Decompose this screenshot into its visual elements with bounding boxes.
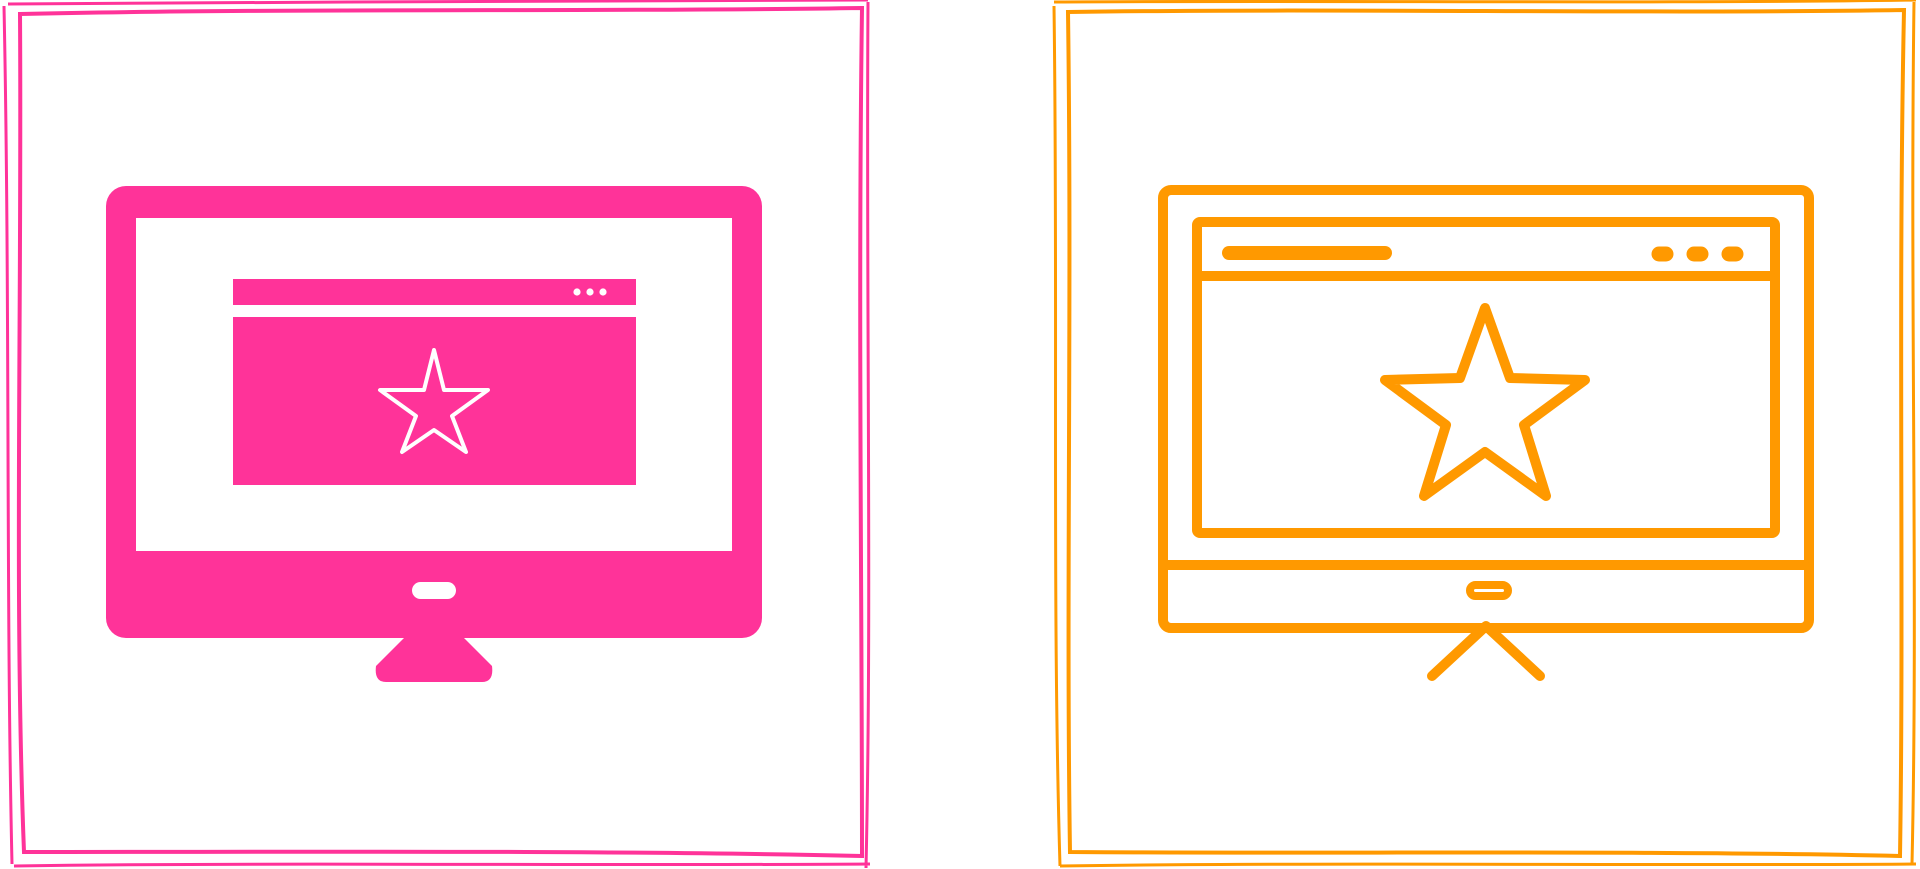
monitor-outline-icon bbox=[1158, 185, 1814, 681]
right-panel-frame-inner-line bbox=[1052, 0, 1917, 868]
power-button-icon bbox=[412, 582, 456, 599]
window-dot-icon bbox=[586, 288, 594, 296]
glyph-icon-panel bbox=[2, 0, 871, 869]
browser-content bbox=[233, 317, 636, 485]
power-button-icon bbox=[1466, 581, 1512, 600]
browser-window bbox=[1192, 217, 1780, 538]
icon-artwork bbox=[2, 0, 1917, 869]
window-dot-icon bbox=[573, 288, 581, 296]
window-dot-icon bbox=[599, 288, 607, 296]
star-icon bbox=[1380, 303, 1590, 501]
outline-icon-panel bbox=[1052, 0, 1917, 868]
icon-comparison-canvas bbox=[0, 0, 1920, 869]
monitor-stand bbox=[1427, 621, 1545, 681]
monitor-stand bbox=[375, 636, 493, 682]
monitor-glyph-icon bbox=[106, 186, 762, 682]
